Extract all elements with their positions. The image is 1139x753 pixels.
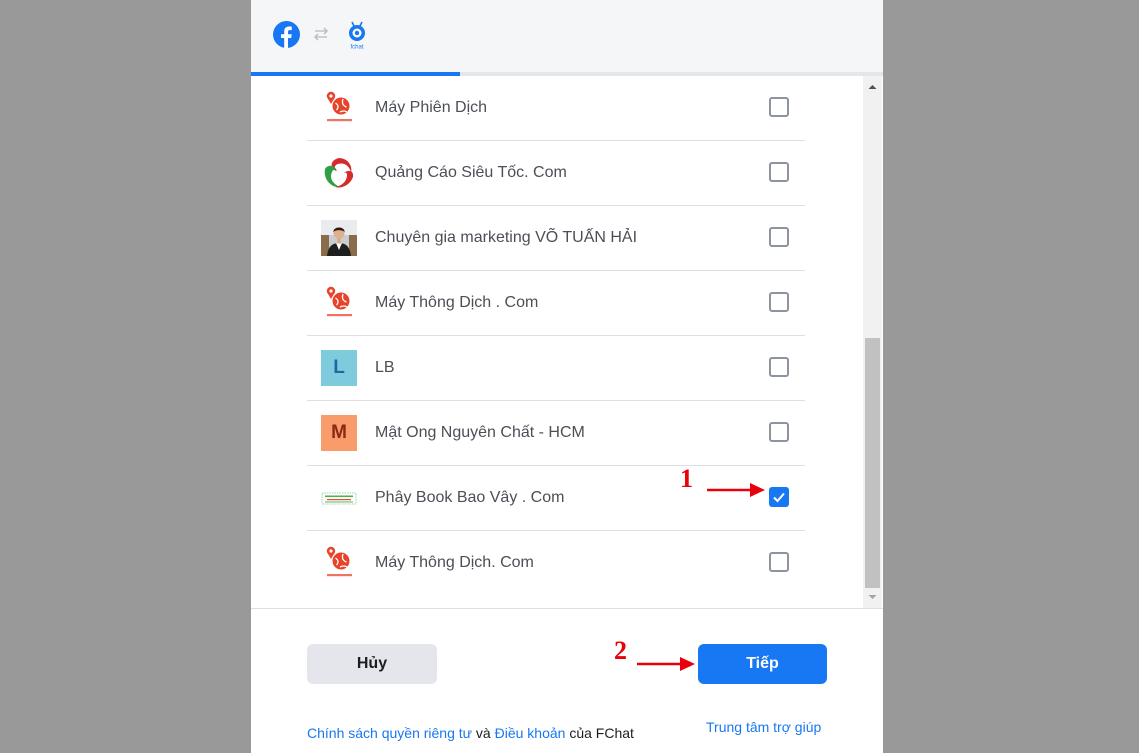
cancel-button[interactable]: Hủy [307,644,437,684]
page-name: Mật Ong Nguyên Chất - HCM [375,424,585,441]
page-checkbox[interactable] [769,487,789,507]
legal-of-fchat-text: của FChat [569,725,634,741]
annotation-step-2: 2 [614,636,627,665]
page-checkbox[interactable] [769,422,789,442]
banner-logo-icon [321,480,357,516]
page-checkbox[interactable] [769,162,789,182]
page-row[interactable]: Máy Thông Dịch. Com [307,531,805,595]
scroll-down-arrow-icon[interactable] [863,590,882,604]
page-name: Máy Phiên Dịch [375,99,488,116]
page-list-area: Máy Phiên Dịch Quảng Cáo Siêu Tốc. Com Chu… [251,76,883,608]
annotation-step-1: 1 [680,464,693,493]
sync-icon [313,27,329,41]
scroll-up-arrow-icon[interactable] [863,80,882,94]
page-checkbox[interactable] [769,227,789,247]
page-name: LB [375,359,395,376]
dialog-header: fchat [251,0,883,73]
legal-text: Chính sách quyền riêng tư và Điều khoản … [307,725,634,741]
page-selection-dialog: fchat Máy Phiên Dịch Quảng Cáo Siêu Tốc. … [251,0,883,753]
privacy-policy-link[interactable]: Chính sách quyền riêng tư [307,725,472,741]
page-name: Phây Book Bao Vây . Com [375,489,565,506]
help-center-link[interactable]: Trung tâm trợ giúp [706,719,821,735]
person-photo-avatar [321,220,357,256]
page-name: Quảng Cáo Siêu Tốc. Com [375,164,567,181]
legal-and-text: và [475,725,491,741]
page-row[interactable]: Máy Phiên Dịch [307,76,805,141]
globe-pin-logo-icon [321,90,357,126]
page-name: Máy Thông Dịch . Com [375,294,539,311]
globe-pin-logo-icon [321,285,357,321]
page-checkbox[interactable] [769,292,789,312]
scrollbar[interactable] [863,76,882,608]
scrollbar-thumb[interactable] [865,338,880,588]
page-name: Máy Thông Dịch. Com [375,554,534,571]
globe-pin-logo-icon [321,545,357,581]
page-row[interactable]: L LB [307,336,805,401]
next-button[interactable]: Tiếp [698,644,827,684]
facebook-icon [273,21,300,48]
swirl-logo-icon [321,155,357,191]
page-row[interactable]: Quảng Cáo Siêu Tốc. Com [307,141,805,206]
page-row[interactable]: Máy Thông Dịch . Com [307,271,805,336]
letter-avatar: M [321,415,357,451]
svg-text:fchat: fchat [350,45,363,51]
page-name: Chuyên gia marketing VÕ TUẤN HẢI [375,229,638,246]
terms-link[interactable]: Điều khoản [495,725,566,741]
annotation-arrow-1-icon [707,483,765,497]
letter-avatar: L [321,350,357,386]
page-row[interactable]: Chuyên gia marketing VÕ TUẤN HẢI [307,206,805,271]
page-checkbox[interactable] [769,552,789,572]
page-checkbox[interactable] [769,357,789,377]
annotation-arrow-2-icon [637,657,695,671]
fchat-logo-icon: fchat [349,21,365,51]
footer-divider [251,608,883,609]
page-row[interactable]: M Mật Ong Nguyên Chất - HCM [307,401,805,466]
page-checkbox[interactable] [769,97,789,117]
page-list: Máy Phiên Dịch Quảng Cáo Siêu Tốc. Com Chu… [307,76,805,595]
